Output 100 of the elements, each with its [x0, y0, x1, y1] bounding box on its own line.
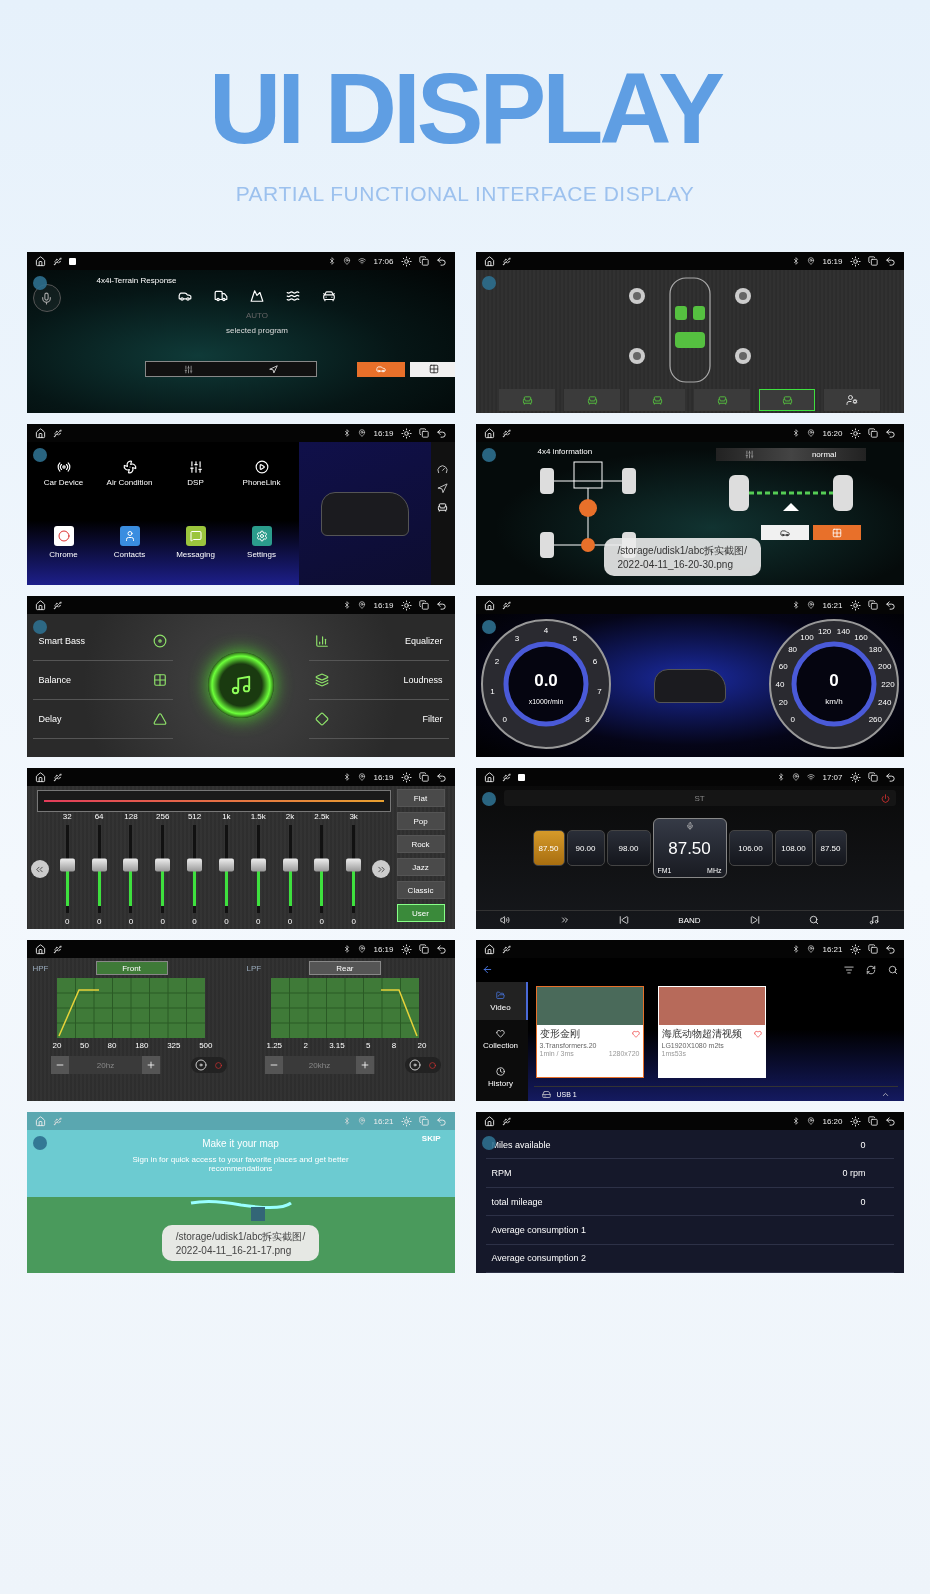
slider-thumb[interactable] [282, 858, 298, 872]
dsp-menu-item[interactable]: Delay [32, 700, 173, 739]
station-button[interactable]: 98.00 [606, 830, 651, 866]
channel-tab[interactable]: Rear [308, 961, 381, 975]
windows-icon[interactable] [418, 944, 429, 954]
dsp-menu-item[interactable]: Filter [308, 700, 449, 739]
windows-icon[interactable] [418, 256, 429, 266]
floating-dot[interactable] [32, 620, 47, 634]
home-icon[interactable] [34, 599, 46, 611]
seat-button[interactable] [499, 389, 555, 411]
brightness-icon[interactable] [849, 427, 861, 439]
home-icon[interactable] [34, 427, 46, 439]
toggle-switch[interactable] [190, 1057, 227, 1073]
home-icon[interactable] [483, 1115, 495, 1127]
windows-icon[interactable] [418, 428, 429, 438]
windows-icon[interactable] [867, 1116, 878, 1126]
floating-dot[interactable] [481, 620, 496, 634]
preset-button[interactable]: Jazz [396, 858, 445, 876]
mode-button[interactable] [760, 525, 809, 540]
increase-button[interactable] [356, 1056, 375, 1074]
home-icon[interactable] [483, 255, 495, 267]
station-button[interactable]: 106.00 [728, 830, 773, 866]
home-icon[interactable] [34, 943, 46, 955]
app-launcher[interactable]: DSP [162, 460, 229, 514]
back-icon[interactable] [435, 943, 447, 955]
floating-dot[interactable] [481, 276, 496, 290]
search-icon[interactable] [809, 915, 820, 925]
search-icon[interactable] [887, 965, 898, 975]
navigation-icon[interactable] [437, 483, 448, 494]
home-icon[interactable] [483, 599, 495, 611]
preset-button[interactable]: Rock [396, 835, 445, 853]
brightness-icon[interactable] [400, 599, 412, 611]
user-settings-button[interactable] [824, 389, 880, 411]
slider-thumb[interactable] [250, 858, 266, 872]
windows-icon[interactable] [418, 772, 429, 782]
mode-button[interactable] [409, 361, 455, 377]
station-button[interactable]: 87.50 [814, 830, 847, 866]
seat-icon[interactable] [437, 502, 448, 513]
sidebar-tab[interactable]: Video [475, 982, 528, 1020]
home-icon[interactable] [483, 427, 495, 439]
station-button[interactable]: 90.00 [566, 830, 605, 866]
back-icon[interactable] [435, 255, 447, 267]
music-dial-icon[interactable] [207, 652, 274, 718]
vehicle-icon[interactable] [178, 289, 192, 303]
home-icon[interactable] [483, 943, 495, 955]
channel-tab[interactable]: Front [95, 961, 168, 975]
slider-thumb[interactable] [346, 858, 362, 872]
station-button[interactable]: 108.00 [774, 830, 813, 866]
back-icon[interactable] [884, 599, 896, 611]
slider-thumb[interactable] [123, 858, 139, 872]
toggle-switch[interactable] [404, 1057, 441, 1073]
windows-icon[interactable] [867, 428, 878, 438]
app-launcher[interactable]: Settings [228, 525, 295, 585]
band-button[interactable]: BAND [678, 915, 701, 925]
mode-button[interactable] [356, 361, 405, 377]
app-launcher[interactable]: Chrome [30, 525, 97, 585]
back-icon[interactable] [884, 943, 896, 955]
app-launcher[interactable]: Car Device [30, 460, 97, 514]
floating-dot[interactable] [481, 448, 496, 462]
back-icon[interactable] [435, 599, 447, 611]
preset-button[interactable]: Classic [396, 881, 445, 899]
back-icon[interactable] [435, 771, 447, 783]
windows-icon[interactable] [867, 600, 878, 610]
preset-button[interactable]: User [396, 904, 445, 922]
decrease-button[interactable] [264, 1056, 283, 1074]
slider-thumb[interactable] [91, 858, 107, 872]
dsp-menu-item[interactable]: Loudness [308, 661, 449, 700]
preset-button[interactable]: Pop [396, 812, 445, 830]
vehicle-icon[interactable] [322, 289, 336, 303]
brightness-icon[interactable] [849, 943, 861, 955]
slider-thumb[interactable] [155, 858, 171, 872]
slider-thumb[interactable] [314, 858, 330, 872]
app-launcher[interactable]: Air Condition [96, 460, 163, 514]
home-icon[interactable] [34, 771, 46, 783]
brightness-icon[interactable] [849, 771, 861, 783]
music-icon[interactable] [868, 915, 879, 925]
seat-button[interactable] [564, 389, 620, 411]
home-icon[interactable] [483, 771, 495, 783]
next-button[interactable] [372, 860, 391, 878]
decrease-button[interactable] [50, 1056, 69, 1074]
windows-icon[interactable] [867, 772, 878, 782]
app-launcher[interactable]: PhoneLink [228, 460, 295, 514]
floating-dot[interactable] [32, 276, 47, 290]
slider-thumb[interactable] [59, 858, 75, 872]
brightness-icon[interactable] [400, 427, 412, 439]
back-icon[interactable] [884, 1115, 896, 1127]
back-icon[interactable] [884, 771, 896, 783]
power-icon[interactable] [880, 793, 890, 803]
slider-thumb[interactable] [218, 858, 234, 872]
seat-button[interactable] [694, 389, 750, 411]
brightness-icon[interactable] [849, 1115, 861, 1127]
brightness-icon[interactable] [400, 943, 412, 955]
back-icon[interactable] [884, 427, 896, 439]
brightness-icon[interactable] [849, 599, 861, 611]
app-launcher[interactable]: Messaging [162, 525, 229, 585]
refresh-icon[interactable] [865, 965, 876, 975]
sidebar-tab[interactable]: History [475, 1058, 528, 1096]
brightness-icon[interactable] [400, 255, 412, 267]
app-launcher[interactable]: Contacts [96, 525, 163, 585]
windows-icon[interactable] [418, 600, 429, 610]
